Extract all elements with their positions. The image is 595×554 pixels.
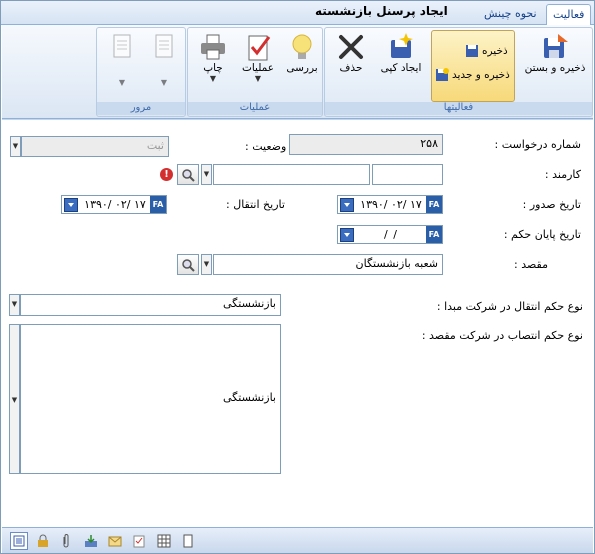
document-icon[interactable]: [179, 532, 197, 550]
save-new-icon: [435, 68, 449, 82]
save-buttons-group: [431, 30, 515, 102]
print-button[interactable]: چاپ ▼: [192, 32, 234, 83]
lightbulb-icon: [287, 32, 317, 62]
save-icon: [465, 44, 479, 58]
delete-label: حذف: [339, 62, 363, 74]
tab-arrangement[interactable]: نحوه چینش: [478, 4, 543, 25]
operations-button[interactable]: عملیات ▼: [236, 32, 280, 83]
destination-dropdown-icon[interactable]: ▼: [201, 254, 212, 275]
employee-code-field[interactable]: [372, 164, 443, 185]
source-order-dropdown-icon[interactable]: ▼: [9, 294, 20, 316]
ribbon-group-activities: ذخیره و بستن ذخیره ذخیره و جدید ایجاد کپ…: [324, 27, 593, 117]
browse-prev-button[interactable]: ▼: [103, 32, 141, 87]
print-dropdown-icon: ▼: [209, 74, 217, 83]
document-next-icon: [149, 32, 179, 62]
save-new-label: ذخیره و جدید: [452, 69, 510, 81]
issue-date-label: تاریخ صدور :: [522, 198, 581, 211]
status-label: وضعیت :: [245, 140, 287, 153]
grid-icon[interactable]: [155, 532, 173, 550]
operations-label: عملیات: [241, 62, 275, 74]
save-label: ذخیره: [482, 45, 508, 57]
transfer-date-value: ۱۳۹۰/ ۰۲/ ۱۷: [84, 198, 146, 211]
source-order-field[interactable]: بازنشستگی: [20, 294, 281, 316]
ribbon-tabstrip: فعالیت نحوه چینش ایجاد پرسنل بازنشسته: [1, 1, 594, 25]
save-new-button[interactable]: ذخیره و جدید: [435, 68, 510, 82]
ribbon-group-operations: بررسی عملیات ▼ چاپ ▼ عملیات: [187, 27, 323, 117]
employee-name-field[interactable]: [213, 164, 370, 185]
issue-date-field[interactable]: ۱۳۹۰/ ۰۲/ ۱۷ FA: [337, 195, 443, 214]
employee-dropdown-icon[interactable]: ▼: [201, 164, 212, 185]
ribbon-group-browse: ▼ ▼ مرور: [96, 27, 186, 117]
checklist-icon: [243, 32, 273, 62]
calendar-dropdown-icon[interactable]: [64, 197, 78, 212]
source-order-label: نوع حکم انتقال در شرکت مبدا :: [436, 300, 583, 313]
browse-prev-dropdown-icon: ▼: [118, 78, 126, 87]
request-number-field[interactable]: ۲۵۸: [289, 134, 443, 155]
dest-order-label: نوع حکم انتصاب در شرکت مقصد :: [421, 329, 583, 342]
form-view-icon[interactable]: [10, 532, 28, 550]
fa-badge: FA: [426, 226, 442, 243]
review-button[interactable]: بررسی: [282, 32, 322, 74]
destination-label: مقصد :: [514, 258, 548, 271]
form: شماره درخواست : ۲۵۸ وضعیت : ▼ ثبت کارمند…: [2, 119, 593, 527]
search-icon: [182, 168, 195, 182]
issue-date-value: ۱۳۹۰/ ۰۲/ ۱۷: [360, 198, 422, 211]
calendar-dropdown-icon[interactable]: [340, 197, 354, 212]
delete-button[interactable]: حذف: [329, 32, 373, 74]
status-field[interactable]: ثبت: [21, 136, 169, 157]
save-close-button[interactable]: ذخیره و بستن: [519, 32, 591, 74]
destination-field[interactable]: شعبه بازنشستگان: [213, 254, 443, 275]
browse-next-button[interactable]: ▼: [145, 32, 183, 87]
save-close-icon: [540, 32, 570, 62]
ribbon-group-browse-label: مرور: [97, 102, 185, 115]
save-close-label: ذخیره و بستن: [524, 62, 586, 74]
status-dropdown-icon[interactable]: ▼: [10, 136, 21, 157]
destination-search-button[interactable]: [177, 254, 199, 275]
operations-dropdown-icon: ▼: [254, 74, 262, 83]
dest-order-dropdown-icon[interactable]: ▼: [9, 324, 20, 474]
fa-badge: FA: [150, 196, 166, 213]
ribbon-group-activities-label: فعالیتها: [325, 102, 592, 115]
window-title: ایجاد پرسنل بازنشسته: [315, 4, 448, 18]
status-bar: [2, 527, 593, 553]
dest-order-field[interactable]: بازنشستگی: [20, 324, 281, 474]
employee-search-button[interactable]: [177, 164, 199, 185]
create-copy-button[interactable]: ایجاد کپی: [375, 32, 427, 74]
lock-icon[interactable]: [34, 532, 52, 550]
employee-label: کارمند :: [544, 168, 581, 181]
browse-next-dropdown-icon: ▼: [160, 78, 168, 87]
document-prev-icon: [107, 32, 137, 62]
tab-activity[interactable]: فعالیت: [546, 4, 592, 25]
inbox-icon[interactable]: [82, 532, 100, 550]
print-label: چاپ: [203, 62, 223, 74]
search-icon: [182, 258, 195, 272]
ribbon: ذخیره و بستن ذخیره ذخیره و جدید ایجاد کپ…: [2, 25, 593, 119]
create-copy-label: ایجاد کپی: [380, 62, 422, 74]
create-copy-icon: [386, 32, 416, 62]
mail-icon[interactable]: [106, 532, 124, 550]
calendar-dropdown-icon[interactable]: [340, 227, 354, 242]
fa-badge: FA: [426, 196, 442, 213]
transfer-date-field[interactable]: ۱۳۹۰/ ۰۲/ ۱۷ FA: [61, 195, 167, 214]
clipboard-icon[interactable]: [130, 532, 148, 550]
save-button[interactable]: ذخیره: [465, 44, 508, 58]
end-date-field[interactable]: / / FA: [337, 225, 443, 244]
request-number-label: شماره درخواست :: [494, 138, 581, 151]
error-icon: !: [160, 168, 173, 181]
ribbon-group-operations-label: عملیات: [188, 102, 322, 115]
printer-icon: [198, 32, 228, 62]
review-label: بررسی: [286, 62, 318, 74]
window: فعالیت نحوه چینش ایجاد پرسنل بازنشسته ذخ…: [0, 0, 595, 554]
attachment-icon[interactable]: [57, 532, 75, 550]
end-date-value: / /: [384, 228, 398, 241]
dest-order-value: بازنشستگی: [223, 391, 276, 404]
transfer-date-label: تاریخ انتقال :: [226, 198, 285, 211]
end-date-label: تاریخ پایان حکم :: [503, 228, 581, 241]
delete-icon: [336, 32, 366, 62]
